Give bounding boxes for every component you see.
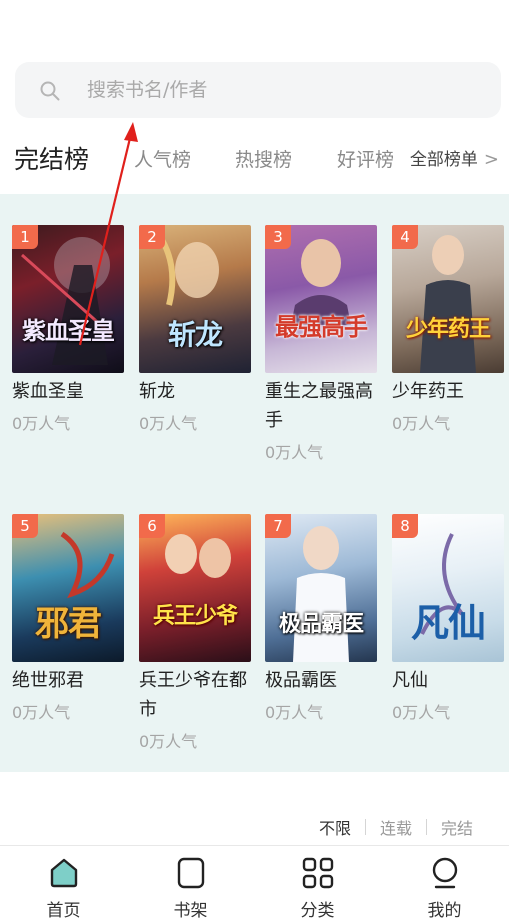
cover-title: 少年药王 [405,317,491,342]
tabbar-bookshelf-label: 书架 [173,901,208,919]
book-title: 少年药王 [392,381,464,402]
category-grid-icon [302,857,334,889]
bottom-tab-bar: 首页 书架 分类 我的 [0,845,509,919]
book-title: 紫血圣皇 [12,381,84,402]
all-lists-link[interactable]: 全部榜单 > [410,130,499,190]
book-item[interactable]: 兵王少爷 6 兵王少爷在都市 0万人气 [139,514,254,753]
tab-hot-search[interactable]: 热搜榜 [235,130,292,190]
home-icon [50,858,78,888]
book-item[interactable]: 邪君 5 绝世邪君 0万人气 [12,514,127,724]
cover-title: 兵王少爷 [152,604,238,629]
chevron-right-icon: > [483,149,499,170]
filter-all[interactable]: 不限 [319,815,351,839]
rank-badge: 1 [12,225,38,249]
cover-title: 紫血圣皇 [22,317,115,345]
all-lists-label: 全部榜单 [409,150,478,170]
book-item[interactable]: 紫血圣皇 1 紫血圣皇 0万人气 [12,225,127,435]
book-item[interactable]: 最强高手 3 重生之最强高手 0万人气 [265,225,380,464]
book-cover[interactable]: 邪君 5 [12,514,124,662]
book-cover[interactable]: 斩龙 2 [139,225,251,373]
tabbar-home-label: 首页 [46,901,81,919]
cover-title: 斩龙 [167,318,223,351]
book-title: 极品霸医 [265,670,337,691]
book-cover[interactable]: 少年药王 4 [392,225,504,373]
book-popularity: 0万人气 [392,703,451,722]
status-filter: 不限 连载 完结 [319,815,473,839]
book-item[interactable]: 凡仙 8 凡仙 0万人气 [392,514,507,724]
book-popularity: 0万人气 [12,414,71,433]
divider [425,819,427,835]
book-title: 斩龙 [139,381,175,402]
tabbar-home[interactable]: 首页 [0,846,127,919]
tabbar-bookshelf[interactable]: 书架 [127,846,254,919]
tab-popular[interactable]: 人气榜 [134,130,191,190]
book-popularity: 0万人气 [392,414,451,433]
book-title: 绝世邪君 [12,670,84,691]
book-title: 兵王少爷在都市 [139,670,247,720]
tabbar-category-label: 分类 [300,901,335,919]
ranking-tabs: 完结榜 人气榜 热搜榜 好评榜 全部榜单 > [0,130,509,190]
tab-completed[interactable]: 完结榜 [14,130,89,190]
book-popularity: 0万人气 [265,703,324,722]
book-item[interactable]: 极品霸医 7 极品霸医 0万人气 [265,514,380,724]
tabbar-profile-label: 我的 [427,901,462,919]
rank-badge: 4 [392,225,418,249]
bookshelf-icon [177,857,205,889]
cover-title: 最强高手 [275,313,368,341]
rank-badge: 5 [12,514,38,538]
search-input[interactable] [87,62,487,118]
book-title: 重生之最强高手 [265,381,373,431]
book-popularity: 0万人气 [139,732,198,751]
filter-ongoing[interactable]: 连载 [380,815,412,839]
filter-completed[interactable]: 完结 [441,815,473,839]
profile-icon [432,857,458,889]
cover-title: 凡仙 [410,601,486,645]
search-bar[interactable] [15,62,501,118]
book-cover[interactable]: 紫血圣皇 1 [12,225,124,373]
book-cover[interactable]: 极品霸医 7 [265,514,377,662]
search-icon [40,81,60,101]
book-cover[interactable]: 凡仙 8 [392,514,504,662]
rank-badge: 2 [139,225,165,249]
cover-title: 邪君 [35,604,102,644]
rank-badge: 3 [265,225,291,249]
book-title: 凡仙 [392,670,428,691]
rank-badge: 7 [265,514,291,538]
tabbar-profile[interactable]: 我的 [381,846,508,919]
book-item[interactable]: 少年药王 4 少年药王 0万人气 [392,225,507,435]
tab-top-rated[interactable]: 好评榜 [337,130,394,190]
rank-badge: 6 [139,514,165,538]
tabbar-category[interactable]: 分类 [254,846,381,919]
rank-badge: 8 [392,514,418,538]
book-popularity: 0万人气 [139,414,198,433]
book-popularity: 0万人气 [265,443,324,462]
book-popularity: 0万人气 [12,703,71,722]
book-item[interactable]: 斩龙 2 斩龙 0万人气 [139,225,254,435]
book-cover[interactable]: 最强高手 3 [265,225,377,373]
cover-title: 极品霸医 [278,612,364,637]
divider [364,819,366,835]
book-cover[interactable]: 兵王少爷 6 [139,514,251,662]
